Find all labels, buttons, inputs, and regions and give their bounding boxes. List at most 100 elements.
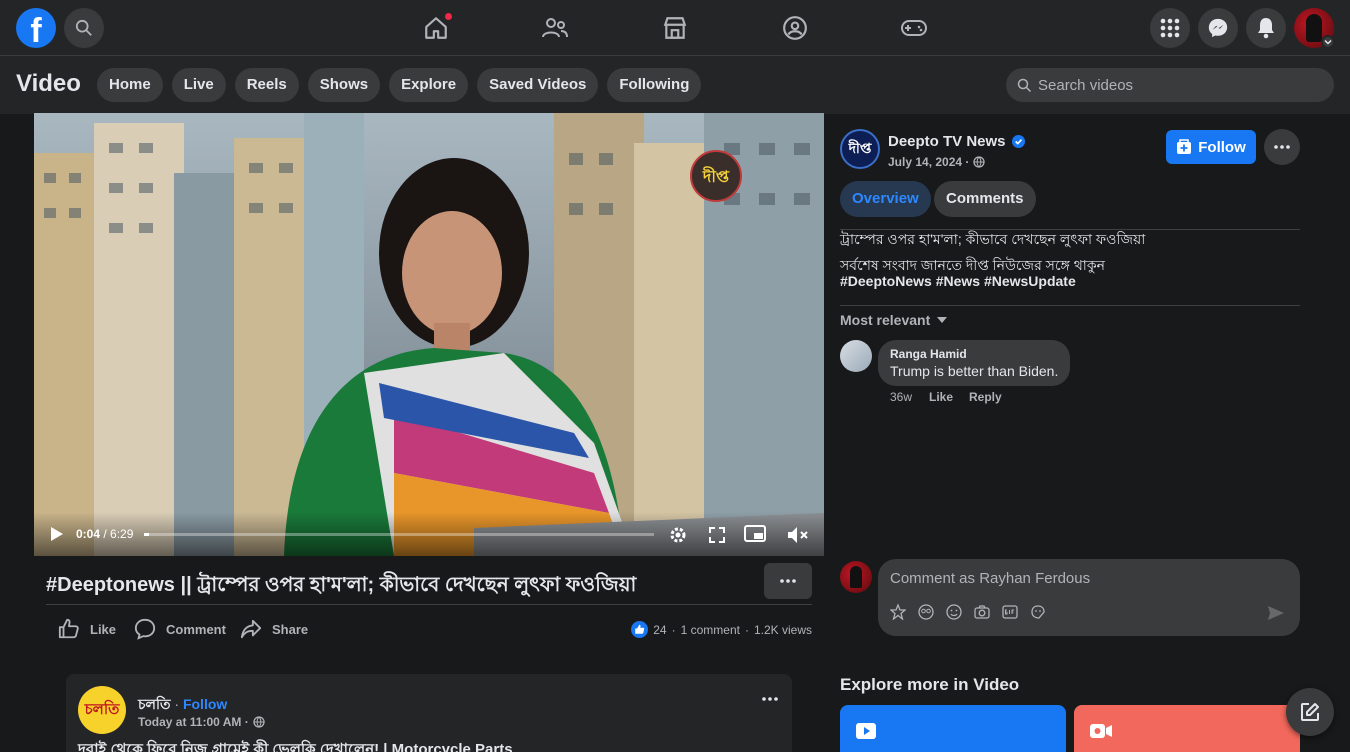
- share-arrow-icon: [240, 619, 262, 639]
- video-more-button[interactable]: [764, 563, 812, 599]
- settings-gear-icon[interactable]: [668, 525, 688, 545]
- mute-icon[interactable]: [786, 525, 810, 545]
- reactions-count[interactable]: 24: [653, 623, 666, 637]
- sort-label: Most relevant: [840, 312, 931, 328]
- globe-icon: [253, 716, 265, 728]
- comment-bubble: Ranga Hamid Trump is better than Biden.: [878, 340, 1070, 386]
- sticker-icon[interactable]: [1030, 604, 1046, 620]
- page-title: Video: [16, 70, 81, 97]
- video-player[interactable]: দীপ্ত 0:04 / 6:29: [34, 113, 824, 556]
- next-post-time[interactable]: Today at 11:00 AM ·: [138, 715, 249, 729]
- facebook-logo[interactable]: f: [16, 8, 56, 48]
- explore-heading: Explore more in Video: [840, 675, 1020, 694]
- share-label: Share: [272, 621, 309, 637]
- next-post-page-name[interactable]: চলতি: [138, 696, 171, 712]
- gif-icon[interactable]: [1002, 604, 1018, 620]
- page-more-button[interactable]: [1264, 129, 1300, 165]
- emoji-icon[interactable]: [946, 604, 962, 620]
- comment-bubble-icon: [134, 618, 156, 640]
- channel-watermark: দীপ্ত: [690, 150, 742, 202]
- comment-like-button[interactable]: Like: [929, 390, 953, 404]
- description-line: ট্রাম্পের ওপর হা'ম'লা; কীভাবে দেখছেন লুৎ…: [840, 231, 1146, 247]
- page-avatar[interactable]: দীপ্ত: [840, 129, 880, 169]
- video-tabs: Home Live Reels Shows Explore Saved Vide…: [97, 68, 702, 102]
- tab-home[interactable]: Home: [97, 68, 163, 102]
- nav-groups[interactable]: [745, 8, 845, 48]
- player-controls: 0:04 / 6:29: [34, 512, 824, 556]
- composer-tools: [890, 604, 1046, 620]
- nav-friends[interactable]: [505, 8, 605, 48]
- video-title: #Deeptonews || ট্রাম্পের ওপর হা'ম'লা; কী…: [46, 574, 637, 596]
- follow-button[interactable]: Follow: [1166, 130, 1256, 164]
- friends-icon: [542, 18, 568, 38]
- engagement-stats: 24 · 1 comment · 1.2K views: [631, 621, 812, 638]
- next-post-follow-link[interactable]: Follow: [183, 696, 227, 712]
- comment-input[interactable]: Comment as Rayhan Ferdous: [890, 570, 1090, 587]
- menu-button[interactable]: [1150, 8, 1190, 48]
- fullscreen-icon[interactable]: [708, 526, 726, 544]
- tab-explore[interactable]: Explore: [389, 68, 469, 102]
- notification-dot: [445, 13, 452, 20]
- nav-home[interactable]: [386, 8, 486, 48]
- like-reaction-icon: [631, 621, 649, 638]
- search-icon: [1017, 78, 1032, 93]
- comment-sort-dropdown[interactable]: Most relevant: [840, 312, 948, 328]
- hashtags[interactable]: #DeeptoNews #News #NewsUpdate: [840, 273, 1076, 289]
- next-post-title[interactable]: দুবাই থেকে ফিরে নিজ গ্রামেই কী ভেলকি দেখ…: [78, 738, 513, 752]
- groups-icon: [783, 16, 807, 40]
- explore-card-live[interactable]: [1074, 705, 1300, 752]
- globe-icon: [973, 156, 986, 168]
- avatar-silhouette: [850, 566, 862, 588]
- divider: [840, 305, 1300, 306]
- comment-age[interactable]: 36w: [890, 390, 912, 404]
- video-subheader: Video Home Live Reels Shows Explore Save…: [0, 56, 1350, 114]
- nav-marketplace[interactable]: [625, 8, 725, 48]
- nav-gaming[interactable]: [864, 8, 964, 48]
- next-post-meta: Today at 11:00 AM ·: [138, 715, 265, 729]
- search-button[interactable]: [64, 8, 104, 48]
- duration: 6:29: [110, 527, 134, 541]
- tab-following[interactable]: Following: [607, 68, 702, 102]
- time-display: 0:04 / 6:29: [76, 527, 134, 541]
- chevron-down-icon: [1324, 39, 1332, 45]
- my-avatar[interactable]: [840, 561, 872, 593]
- post-more-icon[interactable]: [762, 697, 778, 701]
- tab-shows[interactable]: Shows: [307, 68, 381, 102]
- tab-comments[interactable]: Comments: [934, 181, 1036, 217]
- page-name[interactable]: Deepto TV News: [888, 133, 1006, 150]
- top-navigation-bar: f: [0, 0, 1350, 56]
- messenger-button[interactable]: [1198, 8, 1238, 48]
- search-videos-input[interactable]: [1038, 68, 1318, 102]
- next-post-header: চলতি · Follow: [138, 696, 228, 712]
- camera-icon[interactable]: [974, 604, 990, 620]
- tab-saved-videos[interactable]: Saved Videos: [477, 68, 599, 102]
- progress-track[interactable]: [144, 533, 654, 536]
- share-button[interactable]: Share: [240, 618, 308, 640]
- tab-overview[interactable]: Overview: [840, 181, 931, 217]
- commenter-avatar[interactable]: [840, 340, 872, 372]
- comments-count[interactable]: 1 comment: [681, 623, 740, 637]
- new-message-button[interactable]: [1286, 688, 1334, 736]
- avatar-silhouette: [1306, 14, 1322, 42]
- picture-in-picture-icon[interactable]: [744, 525, 766, 545]
- notifications-button[interactable]: [1246, 8, 1286, 48]
- send-icon[interactable]: [1267, 604, 1285, 622]
- follow-page-icon: [1177, 139, 1192, 154]
- avatar-sticker-icon[interactable]: [890, 604, 906, 620]
- comment-label: Comment: [166, 621, 226, 637]
- emoji-face-icon[interactable]: [918, 604, 934, 620]
- tab-live[interactable]: Live: [171, 68, 226, 102]
- play-icon[interactable]: [50, 526, 64, 542]
- explore-card-video[interactable]: [840, 705, 1066, 752]
- comment-reply-button[interactable]: Reply: [969, 390, 1002, 404]
- page-header: Deepto TV News: [888, 133, 1025, 150]
- tab-reels[interactable]: Reels: [234, 68, 299, 102]
- account-dropdown[interactable]: [1321, 35, 1335, 49]
- like-button[interactable]: Like: [58, 618, 116, 640]
- video-search: [1006, 68, 1334, 102]
- apps-grid-icon: [1160, 18, 1180, 38]
- next-post-avatar[interactable]: চলতি: [78, 686, 126, 734]
- comment-author[interactable]: Ranga Hamid: [890, 347, 967, 361]
- comment-button[interactable]: Comment: [134, 618, 226, 640]
- post-date[interactable]: July 14, 2024 ·: [888, 155, 969, 169]
